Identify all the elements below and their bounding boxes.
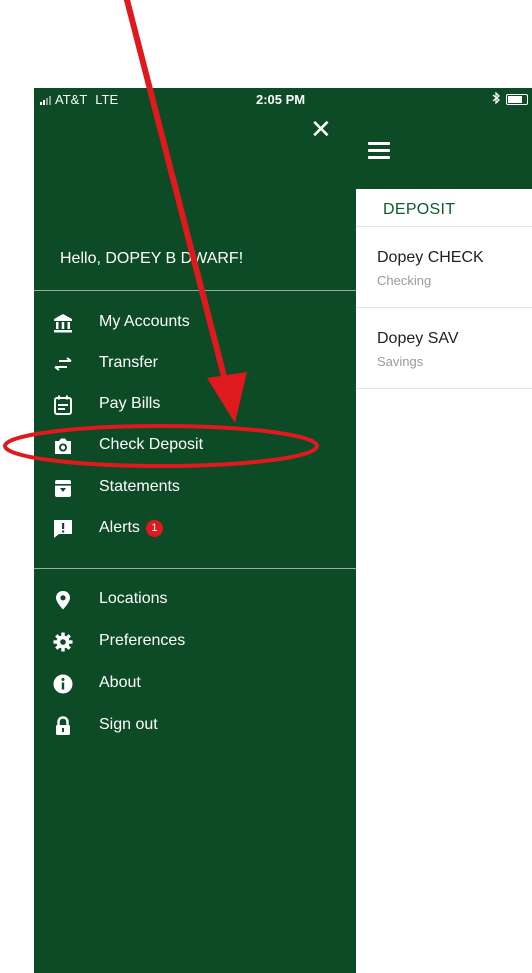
transfer-icon	[54, 357, 72, 371]
menu-item-label: Pay Bills	[99, 395, 161, 412]
bank-icon	[54, 314, 72, 333]
menu-item-label: Transfer	[99, 354, 158, 371]
phone-screen: AT&T LTE 2:05 PM DEPOSIT Dopey CHECK Che…	[34, 88, 532, 973]
statements-icon	[55, 480, 71, 497]
account-item-checking[interactable]: Dopey CHECK Checking	[356, 226, 532, 308]
menu-item-locations[interactable]: Locations	[34, 580, 356, 620]
account-type: Checking	[377, 273, 432, 288]
account-name: Dopey SAV	[377, 330, 459, 347]
greeting: Hello, DOPEY B DWARF!	[60, 250, 244, 267]
status-bar: AT&T LTE 2:05 PM	[34, 88, 532, 110]
divider	[34, 290, 356, 291]
account-name: Dopey CHECK	[377, 249, 484, 266]
divider	[34, 568, 356, 569]
lock-icon	[56, 716, 70, 735]
battery-icon	[506, 94, 528, 105]
menu-item-statements[interactable]: Statements	[34, 468, 356, 508]
menu-item-check-deposit[interactable]: Check Deposit	[34, 426, 356, 466]
menu-item-alerts[interactable]: Alerts 1	[34, 509, 356, 549]
account-type: Savings	[377, 354, 424, 369]
alerts-badge: 1	[145, 520, 163, 537]
signal-icon	[40, 95, 51, 105]
menu-item-about[interactable]: About	[34, 664, 356, 704]
close-icon[interactable]: ✕	[310, 116, 332, 142]
menu-item-label: My Accounts	[99, 313, 190, 330]
account-item-savings[interactable]: Dopey SAV Savings	[356, 308, 532, 389]
menu-item-transfer[interactable]: Transfer	[34, 344, 356, 384]
alert-icon	[54, 520, 72, 538]
bills-icon	[54, 395, 72, 415]
navigation-drawer: ✕ Hello, DOPEY B DWARF! My Accounts Tran…	[34, 88, 356, 973]
gear-icon	[53, 632, 73, 652]
menu-item-preferences[interactable]: Preferences	[34, 622, 356, 662]
camera-icon	[55, 438, 71, 454]
menu-item-label: Check Deposit	[99, 436, 204, 453]
alerts-label: Alerts	[99, 519, 140, 536]
status-time: 2:05 PM	[256, 92, 306, 107]
network-type: LTE	[95, 92, 119, 107]
menu-item-my-accounts[interactable]: My Accounts	[34, 303, 356, 343]
menu-item-label: Alerts 1	[99, 519, 163, 537]
menu-item-sign-out[interactable]: Sign out	[34, 706, 356, 746]
menu-item-label: Locations	[99, 590, 168, 607]
menu-item-label: About	[99, 674, 141, 691]
menu-item-label: Sign out	[99, 716, 158, 733]
menu-item-label: Preferences	[99, 632, 186, 649]
location-pin-icon	[56, 591, 70, 610]
bluetooth-icon	[492, 91, 500, 107]
deposit-screen: DEPOSIT Dopey CHECK Checking Dopey SAV S…	[356, 88, 532, 973]
page-title: DEPOSIT	[383, 201, 456, 218]
info-icon	[53, 674, 73, 694]
hamburger-menu-icon[interactable]	[368, 142, 390, 159]
menu-item-label: Statements	[99, 478, 180, 495]
menu-item-pay-bills[interactable]: Pay Bills	[34, 385, 356, 425]
carrier-info: AT&T LTE	[40, 92, 118, 107]
carrier-name: AT&T	[55, 92, 88, 107]
